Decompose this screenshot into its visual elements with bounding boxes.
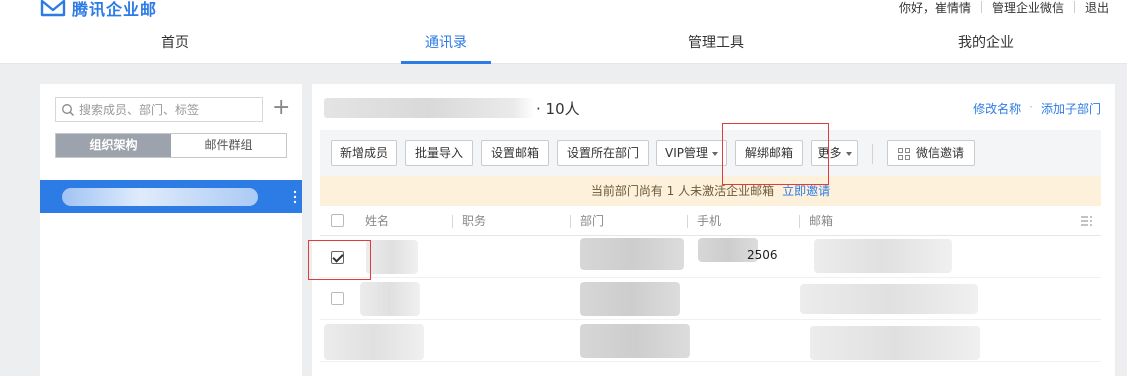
column-divider [687, 215, 688, 228]
tab-home[interactable]: 首页 [130, 22, 220, 64]
greeting: 你好，崔情情 [898, 0, 971, 15]
column-name: 姓名 [365, 214, 390, 228]
vip-management-dropdown[interactable]: VIP管理 [656, 140, 727, 166]
toolbar-divider [872, 144, 873, 164]
top-bar: 腾讯企业邮 你好，崔情情 管理企业微信 退出 [0, 0, 1127, 22]
tab-management-tools[interactable]: 管理工具 [671, 22, 761, 64]
grid-icon [897, 147, 910, 160]
table-header: 姓名 职务 部门 手机 邮箱 [320, 206, 1101, 236]
batch-import-button[interactable]: 批量导入 [405, 140, 473, 166]
logo-text: 腾讯企业邮 [72, 0, 158, 19]
redacted-department [580, 238, 684, 270]
redacted-email [814, 239, 952, 273]
set-department-button[interactable]: 设置所在部门 [557, 140, 649, 166]
more-vertical-icon[interactable] [292, 188, 298, 206]
redacted-name [360, 282, 420, 316]
column-divider [799, 215, 800, 228]
select-all-checkbox[interactable] [331, 214, 344, 227]
add-subdepartment-link[interactable]: 添加子部门 [1041, 100, 1101, 117]
tab-contacts[interactable]: 通讯录 [401, 22, 491, 64]
wechat-invite-button[interactable]: 微信邀请 [887, 140, 975, 166]
highlight-box-unbind [722, 123, 829, 185]
table-row[interactable] [320, 320, 1101, 362]
divider [1073, 1, 1075, 13]
logo[interactable]: 腾讯企业邮 [40, 0, 157, 20]
redacted-department-name [62, 188, 258, 206]
divider [980, 1, 982, 13]
divider: · [1029, 100, 1033, 114]
main-nav: 首页 通讯录 管理工具 我的企业 [0, 22, 1127, 64]
member-count: · 10人 [536, 100, 580, 118]
column-divider [452, 215, 453, 228]
redacted-name [366, 240, 418, 274]
selected-department[interactable] [40, 180, 302, 213]
rename-link[interactable]: 修改名称 [973, 100, 1021, 117]
department-actions: 修改名称 · 添加子部门 [973, 100, 1101, 117]
columns-settings-icon[interactable] [1081, 215, 1093, 227]
column-divider [570, 215, 571, 228]
column-title: 职务 [462, 214, 487, 228]
redacted-name [324, 324, 424, 360]
member-panel: · 10人 修改名称 · 添加子部门 新增成员 批量导入 设置邮箱 设置所在部门… [308, 84, 1115, 376]
chevron-down-icon [712, 151, 718, 156]
add-icon[interactable]: + [272, 97, 290, 120]
toolbar: 新增成员 批量导入 设置邮箱 设置所在部门 VIP管理 解绑邮箱 更多 微信邀请 [320, 130, 1101, 176]
search-icon [62, 103, 74, 116]
search-input[interactable] [79, 102, 259, 117]
redacted-department [580, 282, 680, 316]
table-row[interactable]: 2506 [320, 236, 1101, 278]
row-checkbox[interactable] [331, 292, 344, 305]
activation-notice: 当前部门尚有 1 人未激活企业邮箱 立即邀请 [320, 176, 1101, 206]
invite-now-link[interactable]: 立即邀请 [782, 184, 830, 198]
vip-label: VIP管理 [665, 146, 708, 160]
add-member-button[interactable]: 新增成员 [331, 140, 397, 166]
org-sidebar: + 组织架构 邮件群组 [40, 84, 302, 376]
redacted-email [800, 284, 978, 314]
logo-icon [40, 0, 66, 17]
tab-org-structure[interactable]: 组织架构 [56, 134, 171, 157]
search-box[interactable] [55, 97, 263, 122]
chevron-down-icon [845, 151, 852, 156]
wechat-invite-label: 微信邀请 [915, 146, 964, 160]
notice-text: 当前部门尚有 1 人未激活企业邮箱 [590, 184, 775, 198]
tab-my-enterprise[interactable]: 我的企业 [941, 22, 1031, 64]
column-phone: 手机 [697, 214, 722, 228]
view-switch: 组织架构 邮件群组 [55, 133, 287, 158]
phone-suffix: 2506 [747, 248, 778, 262]
redacted-department [580, 324, 690, 358]
set-mailbox-button[interactable]: 设置邮箱 [481, 140, 549, 166]
tab-mail-groups[interactable]: 邮件群组 [171, 134, 286, 157]
highlight-box-checkbox [308, 240, 371, 280]
redacted-department-title [324, 98, 534, 118]
redacted-email [810, 326, 980, 360]
column-email: 邮箱 [809, 214, 834, 228]
account-links: 你好，崔情情 管理企业微信 退出 [898, 0, 1109, 16]
column-department: 部门 [580, 214, 605, 228]
logout-link[interactable]: 退出 [1085, 0, 1109, 16]
table-row[interactable] [320, 278, 1101, 320]
admin-wechat-link[interactable]: 管理企业微信 [992, 0, 1064, 16]
